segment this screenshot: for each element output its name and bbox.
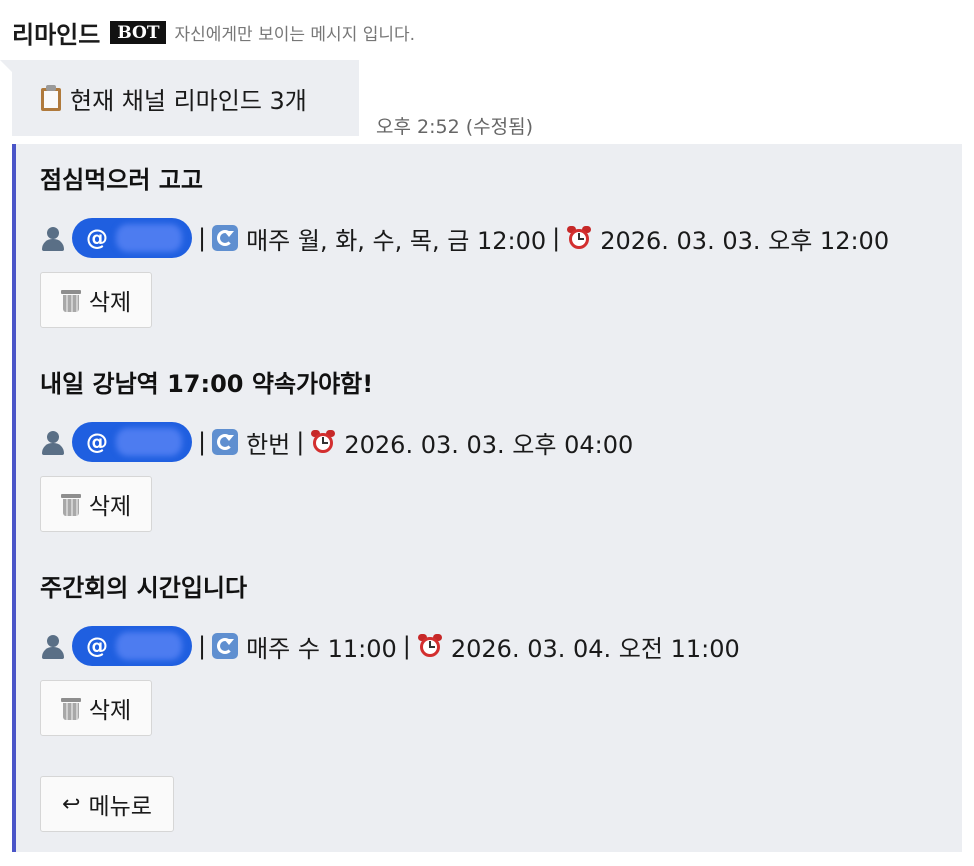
ephemeral-note: 자신에게만 보이는 메시지 입니다.	[174, 24, 416, 45]
back-to-menu-button[interactable]: ↩ 메뉴로	[40, 776, 174, 832]
next-time: 2026. 03. 04. 오전 11:00	[450, 634, 740, 663]
trash-icon	[60, 492, 81, 516]
mention-at: @	[86, 429, 108, 455]
delete-button[interactable]: 삭제	[40, 680, 152, 736]
summary-bubble: 현재 채널 리마인드 3개	[0, 60, 359, 136]
alarm-clock-icon	[310, 429, 336, 455]
user-icon	[40, 429, 66, 455]
reminder-list-card: 점심먹으러 고고 @ | 매주 월, 화, 수, 목, 금 12:00 | 20…	[12, 144, 962, 852]
separator: |	[296, 428, 305, 456]
delete-button[interactable]: 삭제	[40, 272, 152, 328]
message-header: 리마인드 BOT 자신에게만 보이는 메시지 입니다.	[12, 14, 415, 50]
trash-icon	[60, 288, 81, 312]
return-arrow-icon: ↩	[62, 791, 81, 817]
repeat-schedule: 매주 월, 화, 수, 목, 금 12:00	[246, 226, 547, 255]
reminder-title: 내일 강남역 17:00 약속가야함!	[40, 370, 374, 398]
alarm-clock-icon	[566, 225, 592, 251]
repeat-icon	[212, 633, 239, 659]
delete-label: 삭제	[88, 494, 132, 520]
user-icon	[40, 225, 66, 251]
redacted-username	[116, 632, 182, 660]
alarm-clock-icon	[417, 633, 443, 659]
redacted-username	[116, 224, 182, 252]
bot-name[interactable]: 리마인드	[12, 15, 100, 50]
next-time: 2026. 03. 03. 오후 12:00	[600, 226, 890, 255]
user-mention[interactable]: @	[72, 422, 192, 462]
delete-label: 삭제	[88, 698, 132, 724]
repeat-icon	[212, 225, 239, 251]
repeat-icon	[212, 429, 239, 455]
timestamp-time: 오후 2:52	[376, 116, 460, 138]
edited-label: (수정됨)	[465, 116, 533, 138]
user-icon	[40, 633, 66, 659]
user-mention[interactable]: @	[72, 218, 192, 258]
next-time: 2026. 03. 03. 오후 04:00	[344, 430, 634, 459]
summary-text: 현재 채널 리마인드 3개	[70, 86, 307, 115]
reminder-item: 내일 강남역 17:00 약속가야함! @ | 한번 | 2026. 03. 0…	[40, 368, 633, 532]
reminder-item: 주간회의 시간입니다 @ | 매주 수 11:00 | 2026. 03. 04…	[40, 572, 740, 736]
separator: |	[198, 224, 207, 252]
repeat-schedule: 매주 수 11:00	[246, 634, 397, 663]
menu-label: 메뉴로	[88, 794, 152, 820]
mention-at: @	[86, 633, 108, 659]
bot-badge: BOT	[110, 20, 167, 44]
trash-icon	[60, 696, 81, 720]
separator: |	[198, 428, 207, 456]
reminder-meta: @ | 매주 수 11:00 | 2026. 03. 04. 오전 11:00	[40, 624, 740, 668]
summary-line: 현재 채널 리마인드 3개	[40, 81, 307, 116]
delete-label: 삭제	[88, 290, 132, 316]
reminder-item: 점심먹으러 고고 @ | 매주 월, 화, 수, 목, 금 12:00 | 20…	[40, 164, 889, 328]
delete-button[interactable]: 삭제	[40, 476, 152, 532]
redacted-username	[116, 428, 182, 456]
reminder-meta: @ | 한번 | 2026. 03. 03. 오후 04:00	[40, 420, 633, 464]
reminder-meta: @ | 매주 월, 화, 수, 목, 금 12:00 | 2026. 03. 0…	[40, 216, 889, 260]
separator: |	[198, 632, 207, 660]
reminder-title: 주간회의 시간입니다	[40, 574, 248, 602]
clipboard-icon	[40, 85, 62, 111]
repeat-schedule: 한번	[246, 430, 291, 459]
separator: |	[552, 224, 561, 252]
reminder-title: 점심먹으러 고고	[40, 166, 203, 194]
separator: |	[402, 632, 411, 660]
user-mention[interactable]: @	[72, 626, 192, 666]
mention-at: @	[86, 225, 108, 251]
message-timestamp: 오후 2:52 (수정됨)	[376, 112, 533, 139]
